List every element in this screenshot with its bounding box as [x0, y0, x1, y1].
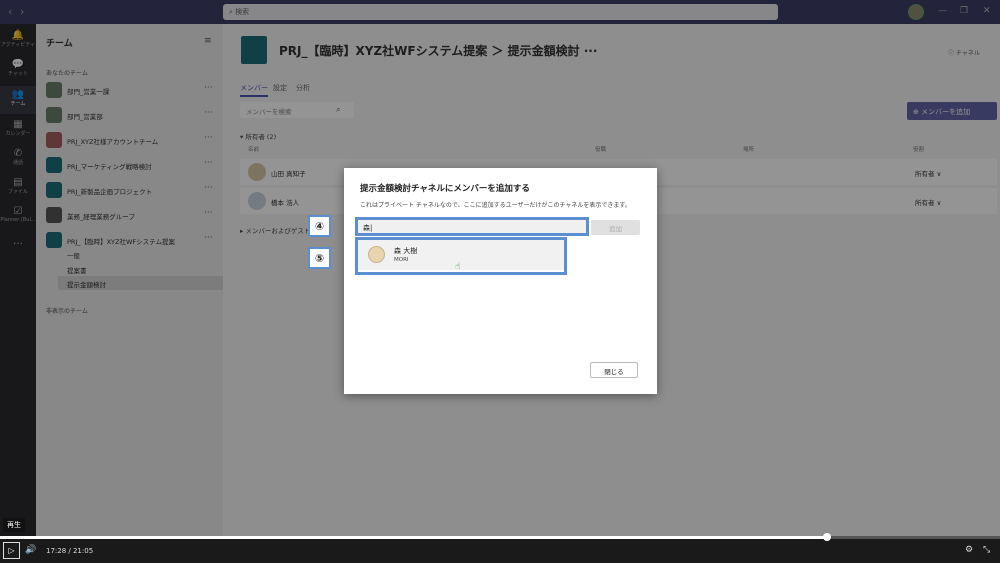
volume-icon[interactable]: 🔊 [25, 545, 36, 555]
callout-step-5: ⑤ [308, 247, 331, 269]
close-button[interactable]: 閉じる [590, 362, 638, 378]
play-tooltip: 再生 [3, 518, 25, 532]
highlight-suggestion [355, 237, 567, 275]
dialog-title: 提示金額検討チャネルにメンバーを追加する [360, 184, 530, 194]
callout-step-4: ④ [308, 215, 331, 237]
time-display: 17:28 / 21:05 [46, 547, 94, 555]
highlight-input [355, 217, 589, 236]
progress-handle[interactable] [823, 533, 831, 541]
video-player-bar [0, 539, 1000, 563]
fullscreen-icon[interactable]: ⤡ [983, 545, 990, 555]
add-member-dialog: 提示金額検討チャネルにメンバーを追加する これはプライベート チャネルなので、こ… [344, 168, 657, 394]
progress-fill [0, 536, 827, 539]
dialog-description: これはプライベート チャネルなので、ここに追加するユーザーだけがこのチャネルを表… [360, 202, 631, 209]
settings-icon[interactable]: ⚙ [965, 545, 973, 555]
add-button[interactable]: 追加 [591, 220, 640, 235]
play-button[interactable]: ▷ [3, 542, 20, 559]
